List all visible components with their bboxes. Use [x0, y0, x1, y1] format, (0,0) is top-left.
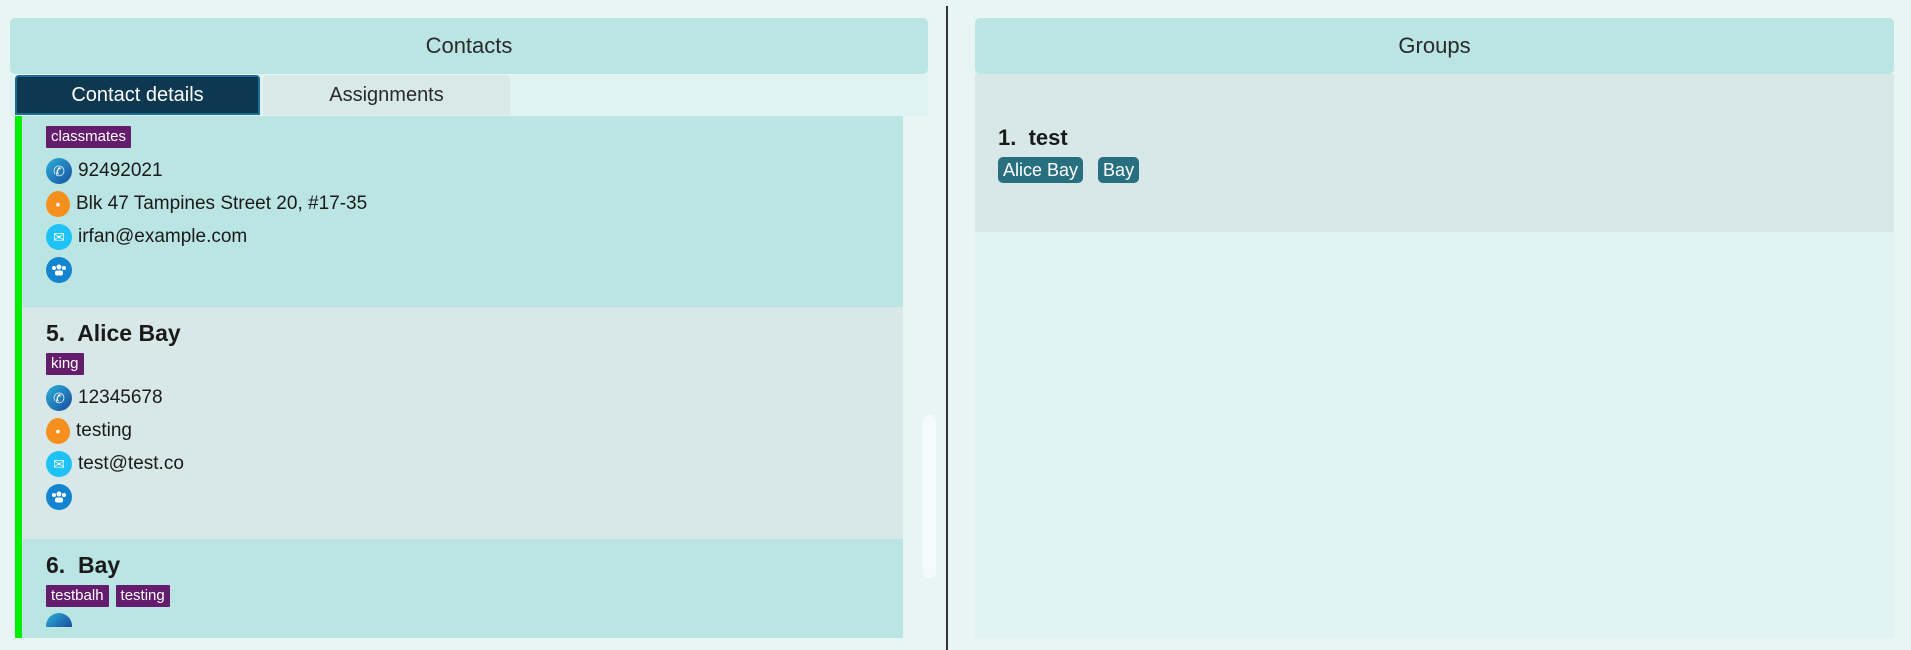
email-icon: ✉ — [46, 223, 72, 250]
contacts-panel-title: Contacts — [10, 18, 928, 74]
email-text: irfan@example.com — [78, 225, 248, 247]
group-icon — [46, 483, 72, 510]
location-pin-icon: • — [46, 190, 70, 217]
phone-icon: ✆ — [46, 157, 72, 184]
contact-index: 6. — [46, 552, 66, 578]
contact-name: Alice Bay — [77, 320, 181, 346]
groups-panel-title: Groups — [975, 18, 1894, 74]
email-icon: ✉ — [46, 450, 72, 477]
contact-list[interactable]: classmates ✆ 92492021 • Blk 47 Tampines St… — [15, 116, 936, 638]
contacts-tab-bar: Contact details Assignments — [10, 75, 928, 116]
tag: king — [46, 353, 84, 375]
group-member: Bay — [1098, 157, 1140, 183]
contact-name: Bay — [77, 552, 121, 578]
phone-text: 12345678 — [78, 386, 163, 408]
group-member: Alice Bay — [998, 157, 1084, 183]
email-text: test@test.co — [78, 452, 184, 474]
contact-index: 5. — [46, 320, 66, 346]
contact-card[interactable]: classmates ✆ 92492021 • Blk 47 Tampines St… — [15, 116, 903, 307]
split-pane-divider[interactable] — [946, 6, 948, 650]
group-icon — [46, 256, 72, 283]
phone-icon — [46, 613, 72, 627]
group-card[interactable]: 1. test Alice Bay Bay — [975, 74, 1894, 232]
address-text: Blk 47 Tampines Street 20, #17-35 — [76, 192, 368, 214]
location-pin-icon: • — [46, 417, 70, 444]
tag: testing — [115, 585, 170, 607]
group-name: test — [1028, 125, 1068, 150]
contact-card[interactable]: 6. Bay testbalh testing — [15, 539, 903, 638]
phone-text: 92492021 — [78, 159, 163, 181]
address-text: testing — [76, 419, 132, 441]
phone-icon: ✆ — [46, 384, 72, 411]
group-list: 1. test Alice Bay Bay — [975, 74, 1894, 638]
tag: testbalh — [46, 585, 109, 607]
scrollbar-thumb[interactable] — [923, 415, 936, 578]
contact-card[interactable]: 5. Alice Bay king ✆ 12345678 • testing ✉ te… — [15, 307, 903, 539]
tab-assignments[interactable]: Assignments — [263, 75, 510, 115]
group-index: 1. — [998, 125, 1017, 150]
tag: classmates — [46, 126, 132, 148]
tab-contact-details[interactable]: Contact details — [15, 75, 260, 115]
